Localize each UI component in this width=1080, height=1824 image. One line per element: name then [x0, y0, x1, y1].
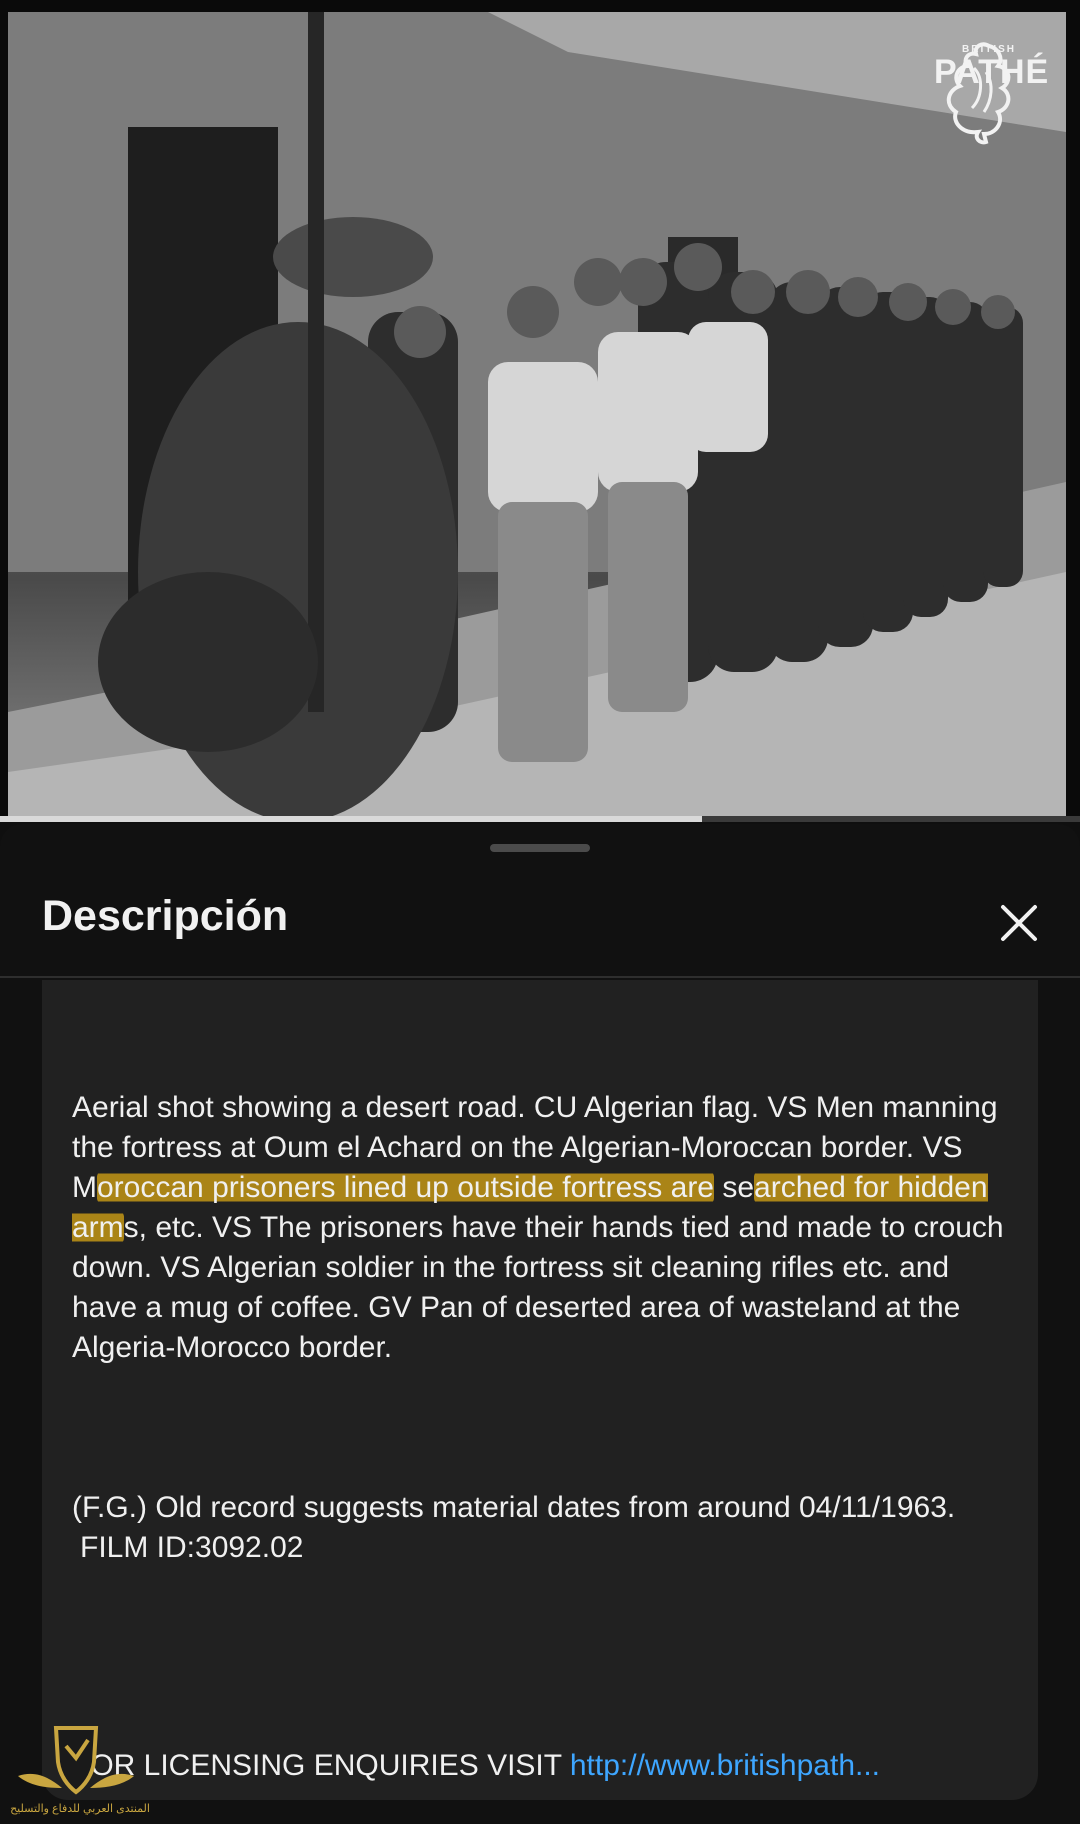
watermark-text: المنتدى العربي للدفاع والتسليح — [10, 1803, 150, 1815]
description-part-2: se — [714, 1171, 755, 1204]
video-player[interactable]: BRITISH PATHÉ — [0, 0, 1080, 822]
close-icon — [1001, 905, 1037, 941]
record-note: (F.G.) Old record suggests material date… — [72, 1488, 1012, 1568]
description-text: Aerial shot showing a desert road. CU Al… — [72, 1088, 1012, 1368]
description-part-3: s, etc. VS The prisoners have their hand… — [72, 1211, 1004, 1364]
close-button[interactable] — [990, 894, 1048, 952]
sheet-title: Descripción — [42, 892, 289, 940]
film-id: FILM ID:3092.02 — [80, 1531, 304, 1564]
record-note-line: (F.G.) Old record suggests material date… — [72, 1491, 956, 1524]
header-divider — [0, 976, 1080, 978]
forum-watermark: المنتدى العربي للدفاع والتسليح — [6, 1718, 150, 1818]
licensing-line: FOR LICENSING ENQUIRIES VISIT http://www… — [72, 1746, 1012, 1786]
video-progress-fill — [0, 816, 702, 822]
video-progress-bar[interactable] — [0, 816, 1080, 822]
video-frame[interactable]: BRITISH PATHÉ — [8, 12, 1066, 822]
highlighted-text-1: oroccan prisoners lined up outside fortr… — [97, 1171, 714, 1204]
video-scene — [8, 12, 1066, 822]
pathe-logo: BRITISH PATHÉ — [934, 38, 1048, 218]
sheet-header: Descripción — [0, 864, 1080, 974]
licensing-link[interactable]: http://www.britishpath... — [570, 1749, 880, 1782]
drag-handle[interactable] — [490, 844, 590, 852]
rooster-icon — [946, 42, 1011, 145]
licensing-label: FOR LICENSING ENQUIRIES VISIT — [72, 1749, 570, 1782]
description-card[interactable]: Aerial shot showing a desert road. CU Al… — [42, 980, 1038, 1800]
shield-wings-icon — [18, 1726, 134, 1795]
description-sheet: Descripción Aerial shot showing a desert… — [0, 824, 1080, 1824]
